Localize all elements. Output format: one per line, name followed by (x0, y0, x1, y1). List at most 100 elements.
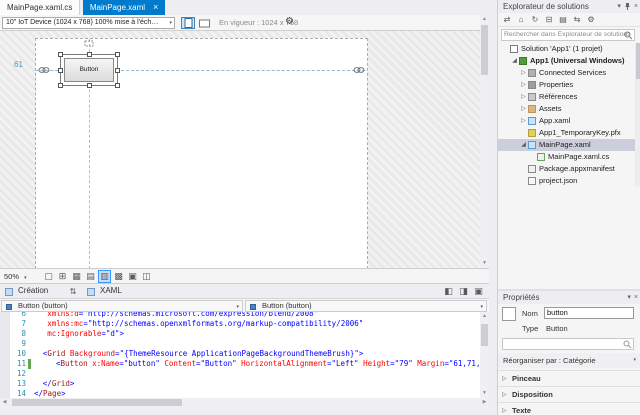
tree-item-mainpage-xaml[interactable]: ◢MainPage.xaml (498, 139, 640, 151)
editor-horizontal-scrollbar[interactable]: ◀ ▶ (0, 398, 489, 408)
scrollbar-thumb[interactable] (481, 25, 488, 75)
device-selector-dropdown[interactable]: 10" IoT Device (1024 x 768) 100% mise à … (2, 17, 175, 29)
left-margin-anchor-icon[interactable] (38, 66, 50, 74)
code-line-9[interactable]: 9 (0, 339, 480, 349)
code-line-11[interactable]: 11<Button x:Name="button" Content="Butto… (0, 359, 480, 369)
show-snaplines-icon[interactable]: ▤ (84, 270, 97, 283)
tree-item-app1-universal-windows[interactable]: ◢App1 (Universal Windows) (498, 55, 640, 67)
swap-panes-icon[interactable]: ⇅ (66, 284, 80, 299)
collapsed-expander-icon[interactable]: ▷ (519, 91, 528, 103)
collapsed-expander-icon[interactable]: ▷ (502, 371, 507, 387)
xaml-view-tab[interactable]: XAML (82, 284, 136, 299)
collapse-all-icon[interactable]: ⊟ (543, 14, 555, 26)
expanded-expander-icon[interactable]: ◢ (510, 55, 519, 67)
element-name-input[interactable]: button (544, 307, 634, 319)
solution-tree-scrollbar[interactable] (635, 43, 640, 187)
resize-handle-se[interactable] (115, 83, 120, 88)
resize-handle-e[interactable] (115, 68, 120, 73)
close-icon[interactable]: × (634, 0, 638, 13)
code-line-8[interactable]: 8mc:Ignorable="d"> (0, 329, 480, 339)
code-line-12[interactable]: 12 (0, 369, 480, 379)
chevron-down-icon[interactable]: ▾ (617, 0, 621, 13)
properties-search-input[interactable] (502, 338, 634, 350)
code-line-13[interactable]: 13</Grid> (0, 379, 480, 389)
resize-handle-sw[interactable] (58, 83, 63, 88)
sync-with-active-icon[interactable]: ⇆ (571, 14, 583, 26)
right-margin-anchor-icon[interactable] (353, 66, 365, 74)
chevron-down-icon[interactable]: ▾ (627, 291, 631, 304)
arrange-by-dropdown[interactable]: Réorganiser par : Catégorie ▾ (498, 353, 640, 368)
editor-vertical-scrollbar[interactable]: ▲ ▼ (480, 312, 489, 398)
design-view-tab[interactable]: Création (0, 284, 66, 299)
properties-section-disposition[interactable]: ▷Disposition (498, 386, 640, 402)
collapsed-expander-icon[interactable]: ▷ (519, 67, 528, 79)
tree-item-mainpage-xaml-cs[interactable]: MainPage.xaml.cs (498, 151, 640, 163)
track-focused-element-icon[interactable]: ◫ (140, 270, 153, 283)
scrollbar-thumb[interactable] (481, 324, 488, 346)
xaml-code-editor[interactable]: 6xmlns:d="http://schemas.microsoft.com/e… (0, 312, 480, 398)
back-forward-icon[interactable]: ⇄ (501, 14, 513, 26)
scroll-down-icon[interactable]: ▼ (480, 389, 489, 398)
properties-section-texte[interactable]: ▷Texte (498, 402, 640, 415)
properties-section-pinceau[interactable]: ▷Pinceau (498, 370, 640, 386)
home-icon[interactable]: ⌂ (515, 14, 527, 26)
landscape-orientation-icon[interactable] (197, 17, 211, 29)
show-grid-icon[interactable]: ⊞ (56, 270, 69, 283)
resize-handle-n[interactable] (87, 52, 92, 57)
scroll-right-icon[interactable]: ▶ (480, 398, 489, 407)
expanded-expander-icon[interactable]: ◢ (519, 139, 528, 151)
close-tab-icon[interactable]: × (153, 2, 158, 12)
scrollbar-thumb[interactable] (12, 399, 182, 406)
split-vertical-icon[interactable]: ◧ (442, 285, 455, 298)
tree-item-properties[interactable]: ▷Properties (498, 79, 640, 91)
code-line-10[interactable]: 10<Grid Background="{ThemeResource Appli… (0, 349, 480, 359)
design-surface[interactable]: Button 61 (0, 31, 480, 268)
tree-item-r-f-rences[interactable]: ▷Références (498, 91, 640, 103)
collapsed-expander-icon[interactable]: ▷ (519, 115, 528, 127)
code-line-6[interactable]: 6xmlns:d="http://schemas.microsoft.com/e… (0, 312, 480, 319)
tab-mainpage-xaml[interactable]: MainPage.xaml× (83, 0, 165, 15)
close-icon[interactable]: × (634, 291, 638, 304)
refresh-icon[interactable]: ↻ (529, 14, 541, 26)
tree-item-solution-app1-1-projet[interactable]: Solution 'App1' (1 projet) (498, 43, 640, 55)
scroll-down-icon[interactable]: ▼ (480, 259, 489, 268)
element-breadcrumb-left[interactable]: Button (button) ▾ (1, 300, 243, 312)
show-all-files-icon[interactable]: ▤ (557, 14, 569, 26)
solution-search-input[interactable]: Rechercher dans Explorateur de solutions (501, 29, 635, 41)
collapsed-expander-icon[interactable]: ▷ (502, 403, 507, 415)
zoom-level-dropdown[interactable]: 50% ▾ (4, 270, 27, 283)
resize-handle-ne[interactable] (115, 52, 120, 57)
properties-gear-icon[interactable]: ⚙ (585, 14, 597, 26)
show-margins-icon[interactable]: ▩ (112, 270, 125, 283)
code-line-14[interactable]: 14</Page> (0, 389, 480, 398)
tree-item-project-json[interactable]: project.json (498, 175, 640, 187)
element-breadcrumb-right[interactable]: Button (button) ▾ (245, 300, 487, 312)
designer-settings-gear-icon[interactable]: ⚙ (285, 16, 294, 27)
scrollbar-thumb[interactable] (636, 43, 640, 79)
collapsed-expander-icon[interactable]: ▷ (519, 103, 528, 115)
zoom-fit-icon[interactable]: ▢ (42, 270, 55, 283)
collapse-pane-icon[interactable]: ▣ (472, 285, 485, 298)
tab-mainpage-xaml-cs[interactable]: MainPage.xaml.cs (0, 0, 80, 15)
collapsed-expander-icon[interactable]: ▷ (519, 79, 528, 91)
resize-handle-nw[interactable] (58, 52, 63, 57)
tree-item-connected-services[interactable]: ▷Connected Services (498, 67, 640, 79)
scroll-up-icon[interactable]: ▲ (480, 15, 489, 24)
tree-item-app1-temporarykey-pfx[interactable]: App1_TemporaryKey.pfx (498, 127, 640, 139)
resize-handle-s[interactable] (87, 83, 92, 88)
artboard-page[interactable]: Button (35, 38, 368, 268)
pin-icon[interactable] (624, 2, 631, 11)
resize-handle-w[interactable] (58, 68, 63, 73)
scroll-up-icon[interactable]: ▲ (480, 312, 489, 321)
design-vertical-scrollbar[interactable]: ▲ ▼ (480, 15, 489, 268)
tree-item-assets[interactable]: ▷Assets (498, 103, 640, 115)
top-margin-anchor-icon[interactable] (84, 40, 94, 47)
scroll-left-icon[interactable]: ◀ (0, 398, 9, 407)
snap-to-grid-icon[interactable]: ▦ (70, 270, 83, 283)
split-horizontal-icon[interactable]: ◨ (457, 285, 470, 298)
code-line-7[interactable]: 7xmlns:mc="http://schemas.openxmlformats… (0, 319, 480, 329)
tree-item-app-xaml[interactable]: ▷App.xaml (498, 115, 640, 127)
tree-item-package-appxmanifest[interactable]: Package.appxmanifest (498, 163, 640, 175)
portrait-orientation-icon[interactable] (181, 17, 195, 29)
disable-project-code-icon[interactable]: ▣ (126, 270, 139, 283)
